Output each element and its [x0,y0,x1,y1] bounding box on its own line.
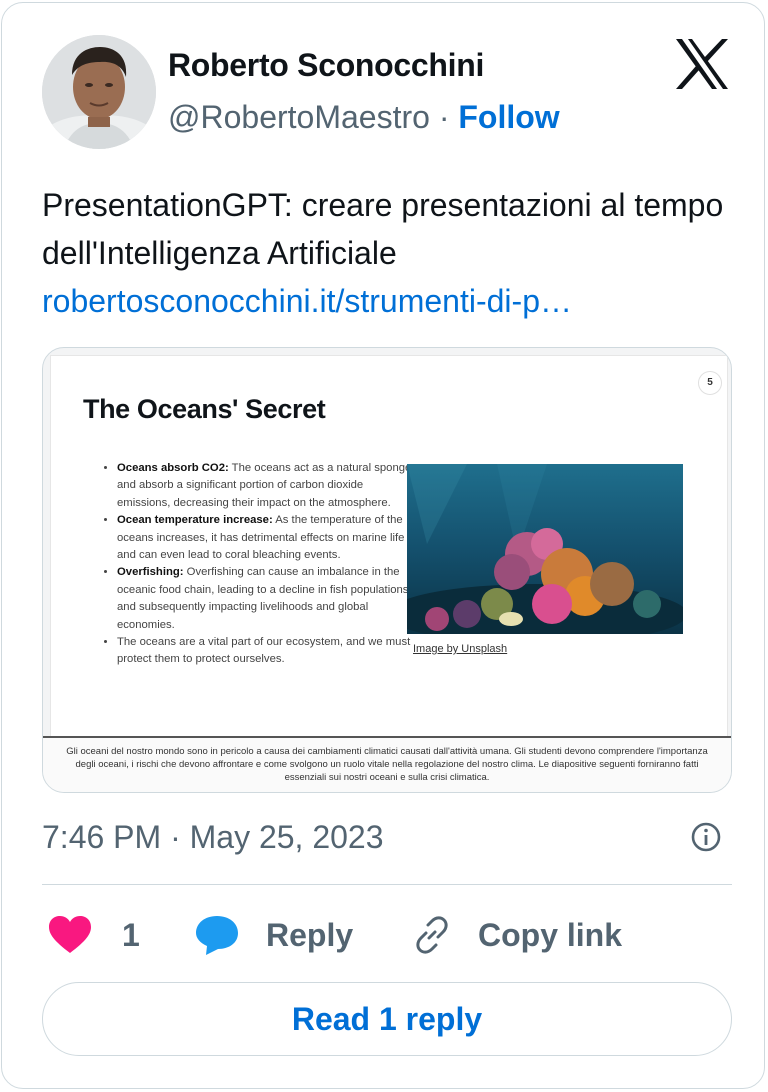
copy-link-button[interactable]: Copy link [410,911,622,959]
author-handle[interactable]: @RobertoMaestro [168,99,430,135]
divider [42,884,732,885]
reply-label: Reply [266,916,354,953]
read-replies-button[interactable]: Read 1 reply [42,982,732,1056]
info-circle-icon[interactable] [690,821,722,853]
copy-link-label: Copy link [478,916,623,953]
like-button[interactable]: 1 [48,911,140,959]
link-chain-icon [416,916,448,954]
tweet-text: PresentationGPT: creare presentazioni al… [42,187,724,271]
slide-title: The Oceans' Secret [83,394,326,424]
speaker-notes: Gli oceani del nostro mondo sono in peri… [43,736,731,792]
image-credit: Image by Unsplash [413,643,508,655]
bullet-item: Oceans absorb CO2: The oceans act as a n… [117,460,417,512]
heart-icon [49,916,91,953]
author-name[interactable]: Roberto Sconocchini [168,47,484,84]
follow-button[interactable]: Follow [458,99,559,135]
tweet-link[interactable]: robertosconocchini.it/strumenti-di-p… [42,277,732,325]
bullet-item: The oceans are a vital part of our ecosy… [117,634,417,669]
slide-preview: 5 The Oceans' Secret Oceans absorb CO2: … [50,355,728,737]
slide-bullets: Oceans absorb CO2: The oceans act as a n… [97,460,417,669]
tweet-card: Roberto Sconocchini @RobertoMaestro · Fo… [1,2,765,1089]
x-logo-icon[interactable] [674,38,730,90]
speech-bubble-icon [196,916,238,955]
coral-reef-image [407,464,683,634]
bullet-item: Ocean temperature increase: As the tempe… [117,512,417,564]
bullet-item: Overfishing: Overfishing can cause an im… [117,564,417,634]
avatar[interactable] [42,35,156,149]
slide-number: 5 [698,371,722,395]
author-handle-line: @RobertoMaestro · Follow [168,99,560,136]
handle-separator: · [438,99,450,135]
like-count: 1 [122,916,140,953]
media-attachment[interactable]: 5 The Oceans' Secret Oceans absorb CO2: … [42,347,732,793]
tweet-body: PresentationGPT: creare presentazioni al… [42,181,732,325]
reply-button[interactable]: Reply [194,911,353,959]
tweet-timestamp[interactable]: 7:46 PM · May 25, 2023 [42,819,384,856]
avatar-photo [42,35,156,149]
